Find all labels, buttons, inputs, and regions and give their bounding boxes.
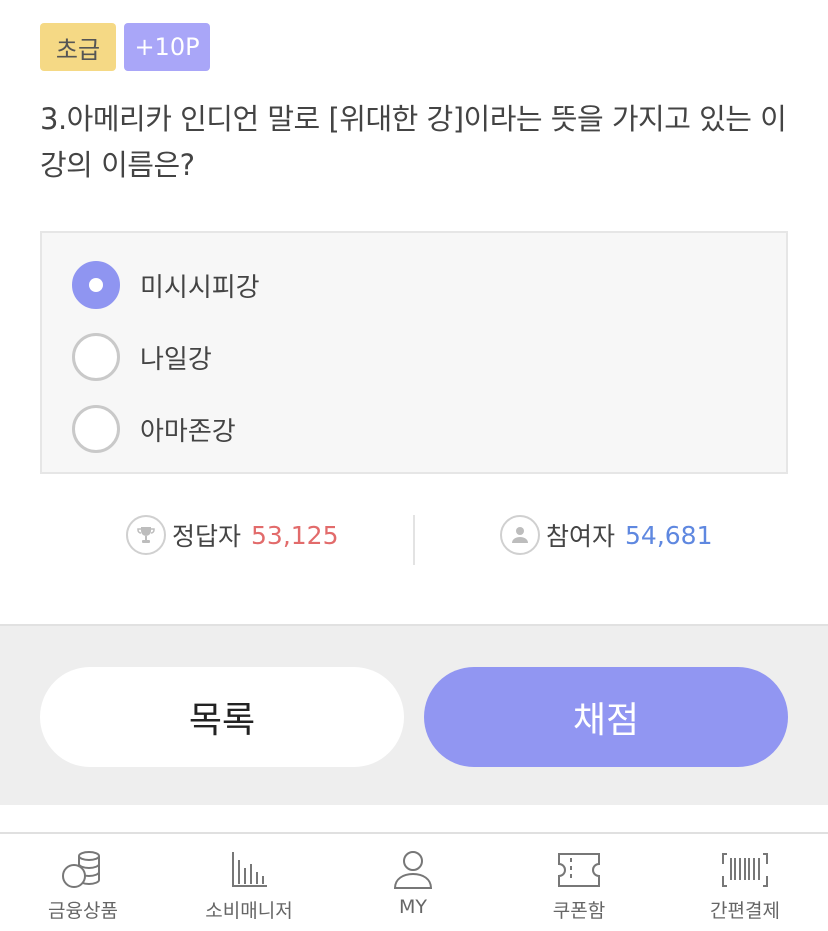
user-icon xyxy=(393,851,433,889)
option-label: 나일강 xyxy=(140,344,212,375)
option-label: 미시시피강 xyxy=(140,272,260,303)
tab-coupon-box[interactable]: 쿠폰함 xyxy=(519,850,639,923)
tab-label: 간편결제 xyxy=(710,900,780,922)
tab-financial-products[interactable]: 금융상품 xyxy=(23,850,143,923)
barcode-icon xyxy=(722,853,768,887)
ticket-icon xyxy=(558,853,600,887)
grade-button[interactable]: 채점 xyxy=(424,667,788,767)
list-button[interactable]: 목록 xyxy=(40,667,404,767)
radio-button[interactable] xyxy=(72,333,120,381)
correct-stat: 정답자 53,125 xyxy=(126,513,339,557)
option-1[interactable]: 미시시피강 xyxy=(72,260,260,310)
correct-label: 정답자 xyxy=(172,522,242,551)
quiz-badges: 초급 +10P xyxy=(40,23,210,71)
action-bar: 목록 채점 xyxy=(0,624,828,805)
participants-stat: 참여자 54,681 xyxy=(500,513,713,557)
level-badge: 초급 xyxy=(40,23,116,71)
tab-label: MY xyxy=(399,896,427,918)
tab-my[interactable]: MY xyxy=(353,850,473,918)
bottom-tab-bar: 금융상품 소비매니저 MY 쿠폰함 간편결제 xyxy=(0,832,828,931)
radio-button[interactable] xyxy=(72,405,120,453)
question-text: 3.아메리카 인디언 말로 [위대한 강]이라는 뜻을 가지고 있는 이 강의 … xyxy=(40,102,787,182)
answer-options: 미시시피강 나일강 아마존강 xyxy=(40,231,788,474)
points-badge: +10P xyxy=(124,23,210,71)
radio-button-selected[interactable] xyxy=(72,261,120,309)
option-3[interactable]: 아마존강 xyxy=(72,404,236,454)
participants-count: 54,681 xyxy=(625,520,713,550)
tab-label: 소비매니저 xyxy=(205,900,293,922)
trophy-icon xyxy=(126,515,166,555)
tab-spending-manager[interactable]: 소비매니저 xyxy=(189,850,309,923)
correct-count: 53,125 xyxy=(251,520,339,550)
person-icon xyxy=(500,515,540,555)
tab-label: 쿠폰함 xyxy=(552,900,606,922)
participants-label: 참여자 xyxy=(546,522,616,551)
tab-label: 금융상품 xyxy=(48,900,118,922)
option-2[interactable]: 나일강 xyxy=(72,332,212,382)
tab-easy-pay[interactable]: 간편결제 xyxy=(685,850,805,923)
option-label: 아마존강 xyxy=(140,416,236,447)
quiz-stats: 정답자 53,125 참여자 54,681 xyxy=(0,513,828,565)
bar-chart-icon xyxy=(232,852,267,887)
stats-divider xyxy=(413,515,415,565)
coins-icon xyxy=(62,851,100,888)
